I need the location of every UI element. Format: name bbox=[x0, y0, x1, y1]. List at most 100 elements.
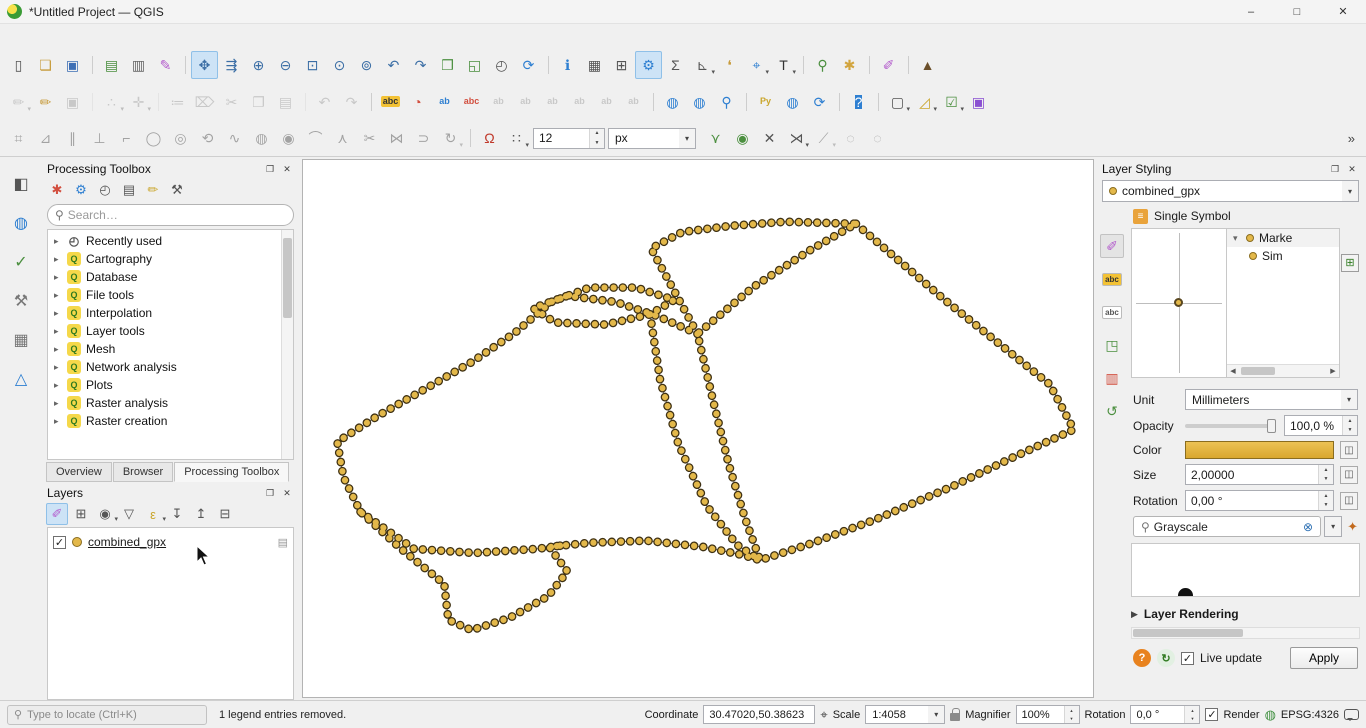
extents-toggle-icon[interactable]: ⌖ bbox=[820, 707, 827, 723]
alg-group-plots[interactable]: ▸ Plots bbox=[48, 376, 281, 394]
add-group[interactable]: ⊞ bbox=[70, 503, 92, 525]
split-features[interactable]: ✂ bbox=[356, 124, 383, 152]
osm-place-search-plugin[interactable]: ⚲ bbox=[803, 51, 836, 79]
enable-tracing[interactable]: ◉ bbox=[729, 124, 756, 152]
highlight-pinned-labels[interactable]: abc bbox=[458, 88, 485, 116]
rotate-label[interactable]: ab bbox=[512, 88, 539, 116]
vertex-tool[interactable]: ✛ bbox=[125, 88, 152, 116]
copy-label-style[interactable]: ab bbox=[620, 88, 647, 116]
style-manager[interactable]: ✎ bbox=[152, 51, 179, 79]
new-project[interactable]: ▯ bbox=[5, 51, 32, 79]
sketch-plugin[interactable]: ✐ bbox=[869, 51, 902, 79]
snapping-tolerance-spinbox[interactable]: 12 ▲ ▼ bbox=[533, 127, 605, 149]
measure-line[interactable]: ⊾ bbox=[689, 51, 716, 79]
zoom-to-layer[interactable]: ⊚ bbox=[353, 51, 380, 79]
size-spinbox[interactable]: 2,00000 ▲ ▼ bbox=[1185, 464, 1334, 485]
expand-arrow-icon[interactable]: ▸ bbox=[54, 416, 62, 427]
processing-float-button[interactable]: ❐ bbox=[263, 162, 277, 176]
render-checkbox[interactable] bbox=[1205, 708, 1219, 721]
collapse-all[interactable]: ↥ bbox=[190, 503, 212, 525]
symbol-search-input[interactable]: ⚲ Grayscale ⊗ bbox=[1133, 516, 1322, 537]
processing-history[interactable]: ◴ bbox=[94, 179, 116, 201]
manage-map-themes[interactable]: ◉ bbox=[94, 503, 118, 525]
expand-arrow-icon[interactable]: ▸ bbox=[54, 326, 62, 337]
wms-browser[interactable]: ◍ bbox=[686, 88, 713, 116]
styling-close-button[interactable]: ✕ bbox=[1345, 162, 1359, 176]
snapping-on-intersection[interactable]: ⋎ bbox=[702, 124, 729, 152]
labels-tab[interactable]: abc bbox=[1100, 267, 1124, 291]
masks-tab[interactable]: abc bbox=[1100, 300, 1124, 324]
redo[interactable]: ↷ bbox=[338, 88, 365, 116]
processing-options[interactable]: ⚒ bbox=[166, 179, 188, 201]
snapping-type-button[interactable]: ∷ bbox=[503, 124, 530, 152]
clear-constraints[interactable]: ✕ bbox=[756, 124, 783, 152]
live-update-checkbox[interactable] bbox=[1181, 651, 1194, 665]
expand-arrow-icon[interactable]: ▸ bbox=[54, 398, 62, 409]
open-layer-styling-panel[interactable]: ✐ bbox=[46, 503, 68, 525]
identify-features[interactable]: ℹ bbox=[548, 51, 581, 79]
alg-group-layer-tools[interactable]: ▸ Layer tools bbox=[48, 322, 281, 340]
toggle-editing[interactable]: ✏ bbox=[32, 88, 59, 116]
spin-arrows[interactable]: ▲ ▼ bbox=[589, 128, 604, 148]
add-raster-layer[interactable]: ▦ bbox=[8, 327, 34, 353]
expand-arrow-icon[interactable]: ▸ bbox=[54, 290, 62, 301]
show-layout-manager[interactable]: ▥ bbox=[125, 51, 152, 79]
color-button[interactable] bbox=[1185, 441, 1334, 459]
menu-processing[interactable] bbox=[182, 32, 198, 38]
pin-unpin-labels[interactable]: ab bbox=[431, 88, 458, 116]
map-tips[interactable]: ❛ bbox=[716, 51, 743, 79]
simplify-feature[interactable]: ∿ bbox=[221, 124, 248, 152]
apply-button[interactable]: Apply bbox=[1289, 647, 1358, 669]
change-label-properties[interactable]: ab bbox=[566, 88, 593, 116]
alg-group-recently-used[interactable]: ▸ Recently used bbox=[48, 232, 281, 250]
reload-style-button[interactable]: ↻ bbox=[1157, 649, 1175, 667]
data-source-manager[interactable]: ◧ bbox=[8, 171, 34, 197]
change-label[interactable]: ab bbox=[539, 88, 566, 116]
layer-row[interactable]: combined_gpx ▤ bbox=[51, 532, 290, 552]
magnifier-spinbox[interactable]: 100% ▲ ▼ bbox=[1015, 705, 1080, 724]
search-layers[interactable]: ◍ bbox=[653, 88, 686, 116]
style-manager-icon[interactable]: ✦ bbox=[1345, 519, 1358, 535]
processing-models[interactable]: ⚙ bbox=[70, 179, 92, 201]
geometry-checker[interactable]: ⋊ bbox=[783, 124, 810, 152]
size-data-defined-button[interactable]: ◫ bbox=[1340, 465, 1358, 484]
zoom-full[interactable]: ⊡ bbox=[299, 51, 326, 79]
svg-annotation[interactable]: ▣ bbox=[965, 88, 992, 116]
cad-input-3[interactable]: ◌ bbox=[864, 124, 891, 152]
expand-arrow-icon[interactable]: ▸ bbox=[54, 236, 62, 247]
menu-help[interactable] bbox=[198, 32, 214, 38]
slider-handle[interactable] bbox=[1267, 418, 1276, 433]
processing-results-viewer[interactable]: ▤ bbox=[118, 179, 140, 201]
alg-group-cartography[interactable]: ▸ Cartography bbox=[48, 250, 281, 268]
perpendicular-constraint[interactable]: ⊥ bbox=[86, 124, 113, 152]
modify-attributes[interactable]: ≔ bbox=[158, 88, 191, 116]
parallel-constraint[interactable]: ∥ bbox=[59, 124, 86, 152]
expand-arrow-icon[interactable]: ▸ bbox=[54, 272, 62, 283]
scroll-left-icon[interactable]: ◀ bbox=[1227, 367, 1239, 375]
processing-close-button[interactable]: ✕ bbox=[280, 162, 294, 176]
add-database-layer[interactable]: ⚒ bbox=[8, 288, 34, 314]
fill-ring[interactable]: ◉ bbox=[275, 124, 302, 152]
color-data-defined-button[interactable]: ◫ bbox=[1340, 441, 1358, 459]
circle-3-points[interactable]: ◎ bbox=[167, 124, 194, 152]
styling-hscrollbar[interactable] bbox=[1131, 627, 1360, 639]
qgis-hub[interactable]: ◍ bbox=[779, 88, 806, 116]
toolbar-overflow-chevron[interactable]: » bbox=[1342, 131, 1361, 146]
layer-visibility-checkbox[interactable] bbox=[53, 535, 66, 549]
symbol-list[interactable] bbox=[1131, 543, 1360, 597]
rotation-spinbox[interactable]: 0,0 ° ▲ ▼ bbox=[1130, 705, 1201, 724]
zoom-last[interactable]: ↶ bbox=[380, 51, 407, 79]
crs-globe-icon[interactable]: ◍ bbox=[1265, 707, 1276, 723]
menu-view[interactable] bbox=[38, 32, 54, 38]
spin-arrows[interactable]: ▲ ▼ bbox=[1318, 491, 1333, 510]
scrollbar-thumb[interactable] bbox=[1241, 367, 1275, 375]
alg-group-file-tools[interactable]: ▸ File tools bbox=[48, 286, 281, 304]
cad-input-2[interactable]: ◌ bbox=[837, 124, 864, 152]
enable-advanced-digitizing[interactable]: ⌗ bbox=[5, 124, 32, 152]
merge-features[interactable]: ⊃ bbox=[410, 124, 437, 152]
opacity-slider[interactable] bbox=[1185, 418, 1276, 433]
snapping-unit-combo[interactable]: px ▾ bbox=[608, 127, 696, 149]
expand-all[interactable]: ↧ bbox=[166, 503, 188, 525]
text-annotation[interactable]: T bbox=[770, 51, 797, 79]
profile-tool-plugin[interactable]: ▲ bbox=[908, 51, 941, 79]
